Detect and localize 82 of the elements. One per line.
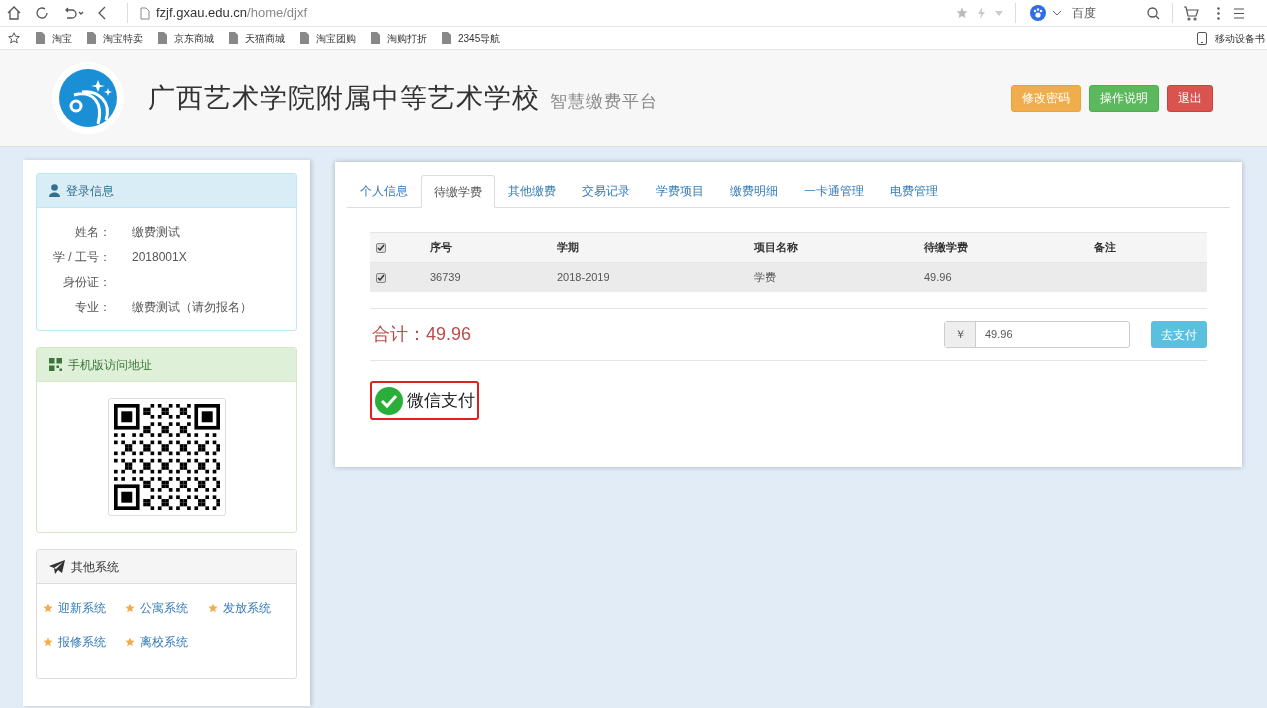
cart-icon[interactable] (1183, 5, 1199, 21)
field-value: 2018001X (132, 248, 187, 266)
total-amount: 合计：49.96 (372, 323, 472, 346)
system-link[interactable]: 公寓系统 (140, 599, 189, 617)
field-label: 专业： (74, 298, 111, 316)
tab[interactable]: 其他缴费 (495, 175, 569, 207)
panel-title: 其他系统 (71, 558, 119, 576)
page-icon (300, 32, 309, 44)
star-icon (207, 603, 218, 613)
menu-icon[interactable] (1234, 7, 1244, 19)
table-cell-text: 2018-2019 (557, 270, 611, 286)
star-icon[interactable] (956, 7, 968, 19)
star-icon (43, 637, 53, 647)
bookmark-link[interactable]: 2345导航 (458, 30, 501, 46)
page-icon (36, 32, 45, 44)
column-header: 待缴学费 (924, 240, 969, 256)
page-icon (229, 32, 238, 44)
wechat-pay-button[interactable]: 微信支付 (370, 381, 479, 420)
bookmark-link[interactable]: 淘宝 (52, 30, 72, 46)
column-header: 项目名称 (754, 240, 799, 256)
bookmark-link[interactable]: 移动设备书 (1215, 31, 1265, 46)
field-label: 姓名： (74, 223, 111, 241)
column-header: 序号 (430, 240, 453, 256)
table-cell-text: 36739 (430, 270, 462, 286)
system-link[interactable]: 离校系统 (140, 633, 189, 651)
platform-name: 智慧缴费平台 (550, 91, 658, 114)
search-engine-label[interactable]: 百度 (1072, 4, 1147, 22)
field-value: 缴费测试（请勿报名） (132, 298, 252, 316)
search-icon[interactable] (1147, 6, 1160, 20)
tab[interactable]: 待缴学费 (421, 175, 495, 208)
tab[interactable]: 缴费明细 (717, 175, 791, 207)
table-row[interactable]: 36739 2018-2019 学费 49.96 (370, 262, 1207, 292)
table-cell-text: 49.96 (924, 270, 953, 286)
school-logo (52, 62, 124, 134)
bookmark-link[interactable]: 天猫商城 (245, 30, 285, 46)
tab[interactable]: 电费管理 (877, 175, 951, 207)
page-icon (442, 32, 451, 44)
back-icon[interactable] (97, 6, 107, 20)
star-outline-icon[interactable] (8, 32, 20, 44)
tab[interactable]: 学费项目 (643, 175, 717, 207)
paper-plane-icon (49, 559, 65, 574)
checkbox[interactable] (376, 272, 386, 283)
home-icon[interactable] (6, 5, 22, 21)
tab[interactable]: 一卡通管理 (791, 175, 877, 207)
bookmark-link[interactable]: 淘宝特卖 (103, 30, 143, 46)
panel-title: 手机版访问地址 (68, 356, 152, 374)
undo-icon[interactable] (63, 6, 85, 20)
system-link[interactable]: 报修系统 (58, 633, 106, 651)
table-cell-text: 学费 (754, 270, 777, 286)
page-icon (87, 32, 96, 44)
header-button[interactable]: 退出 (1167, 84, 1213, 112)
star-icon (43, 603, 53, 613)
address-bar[interactable]: fzjf.gxau.edu.cn/home/djxf (156, 3, 956, 23)
field-label: 身份证： (62, 273, 111, 291)
page-icon (140, 6, 150, 20)
system-link[interactable]: 发放系统 (222, 599, 271, 617)
tab[interactable]: 交易记录 (569, 175, 643, 207)
star-icon (125, 603, 136, 613)
more-icon[interactable] (1217, 6, 1220, 20)
school-name: 广西艺术学院附属中等艺术学校 (148, 81, 540, 115)
caret-icon[interactable] (1052, 10, 1062, 16)
field-label: 学 / 工号： (52, 248, 111, 266)
amount-field[interactable]: ￥ 49.96 (944, 321, 1130, 348)
user-icon (49, 184, 60, 197)
column-header: 备注 (1094, 240, 1116, 256)
bookmark-link[interactable]: 淘购打折 (387, 30, 427, 46)
field-value: 缴费测试 (132, 223, 180, 241)
tablet-icon (1197, 32, 1207, 45)
bookmark-link[interactable]: 京东商城 (174, 30, 214, 46)
qr-code-icon (49, 358, 62, 371)
panel-title: 登录信息 (66, 182, 114, 200)
reload-icon[interactable] (35, 6, 49, 20)
page-icon (158, 32, 167, 44)
bookmark-link[interactable]: 淘宝团购 (316, 30, 356, 46)
system-link[interactable]: 迎新系统 (58, 599, 106, 617)
page-icon (371, 32, 380, 44)
column-header: 学期 (557, 240, 580, 256)
checkbox[interactable] (376, 242, 386, 253)
tab[interactable]: 个人信息 (347, 175, 421, 207)
star-icon (125, 637, 136, 647)
paw-icon[interactable] (1030, 5, 1046, 21)
currency-addon: ￥ (945, 322, 976, 347)
